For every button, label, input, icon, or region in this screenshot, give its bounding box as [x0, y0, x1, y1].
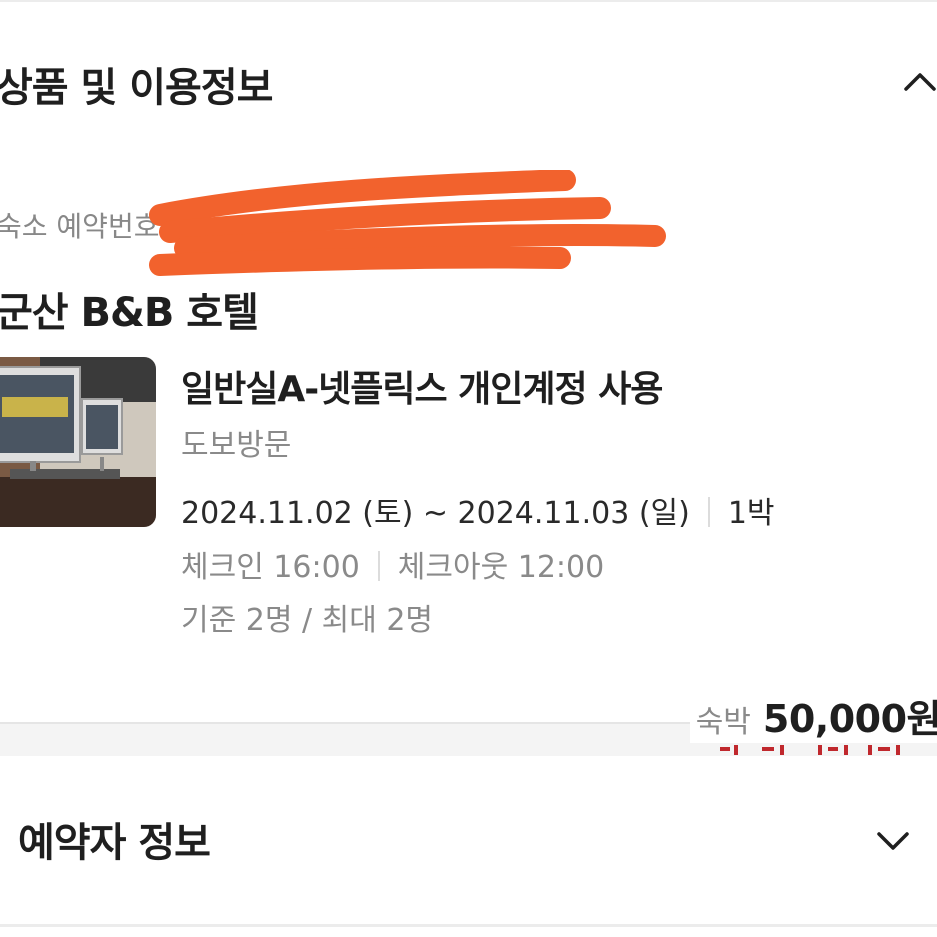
- price-value: 50,000원: [762, 697, 937, 741]
- hotel-name[interactable]: 군산 B&B 호텔: [0, 280, 259, 338]
- room-capacity: 기준 2명 / 최대 2명: [181, 603, 434, 638]
- checkin-time: 체크인 16:00: [181, 550, 360, 585]
- check-times-row: 체크인 16:00 체크아웃 12:00: [181, 542, 604, 586]
- chevron-up-icon[interactable]: [900, 63, 937, 103]
- bottom-divider: [0, 924, 937, 927]
- room-photo[interactable]: [0, 357, 156, 527]
- price-row: 숙박 50,000원: [689, 688, 937, 743]
- checkout-time: 체크아웃 12:00: [397, 550, 605, 585]
- reserver-info-header[interactable]: 예약자 정보: [0, 810, 937, 870]
- reserver-info-title: 예약자 정보: [18, 820, 211, 866]
- top-divider: [0, 0, 937, 2]
- cut-off-price-note: [718, 742, 918, 756]
- booking-number-label: 숙소 예약번호: [0, 210, 160, 243]
- room-name: 일반실A-넷플릭스 개인계정 사용: [181, 369, 663, 410]
- separator: [707, 497, 710, 527]
- redaction-scribble: [149, 170, 666, 276]
- cut-off-text-fragment: [720, 745, 900, 755]
- room-photo-image: [0, 357, 156, 527]
- chevron-down-icon[interactable]: [873, 820, 913, 860]
- product-info-header[interactable]: 상품 및 이용정보: [0, 55, 937, 115]
- price-label: 숙박: [695, 705, 751, 740]
- visit-type: 도보방문: [181, 428, 292, 463]
- stay-dates-row: 2024.11.02 (토) ~ 2024.11.03 (일) 1박: [181, 488, 775, 532]
- separator: [377, 551, 380, 581]
- stay-date-range: 2024.11.02 (토) ~ 2024.11.03 (일): [181, 496, 690, 531]
- stay-nights: 1박: [727, 496, 775, 531]
- booking-detail-page: 상품 및 이용정보 숙소 예약번호 군산 B&B 호텔 일반실A-넷플릭스 개인…: [0, 0, 937, 937]
- product-info-title: 상품 및 이용정보: [0, 65, 273, 111]
